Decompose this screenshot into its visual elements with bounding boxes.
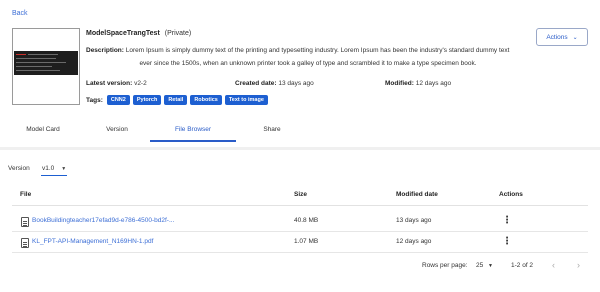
- model-title: ModelSpaceTrangTest (Private): [86, 30, 191, 37]
- tag-chip[interactable]: Pytorch: [132, 95, 162, 105]
- more-vert-icon[interactable]: ⋮: [502, 236, 512, 248]
- column-header-modified[interactable]: Modified date: [396, 191, 438, 198]
- tag-chip[interactable]: Text to image: [224, 95, 268, 105]
- file-size: 1.07 MB: [294, 238, 319, 245]
- tag-chip[interactable]: Retail: [164, 95, 188, 105]
- column-header-actions: Actions: [499, 191, 523, 198]
- tab-bar: Model Card Version File Browser Share: [0, 120, 600, 144]
- latest-version: Latest version: v2-2: [86, 80, 147, 87]
- model-name: ModelSpaceTrangTest: [86, 30, 160, 37]
- actions-button[interactable]: Actions ⌄: [536, 28, 588, 46]
- pagination-range: 1-2 of 2: [511, 262, 534, 269]
- table-row[interactable]: KL_FPT-API-Management_N169HN-1.pdf 1.07 …: [12, 233, 588, 253]
- file-name-link[interactable]: KL_FPT-API-Management_N169HN-1.pdf: [32, 238, 153, 245]
- latest-version-value: v2-2: [134, 80, 147, 87]
- description-label: Description:: [86, 47, 124, 54]
- chevron-down-icon: ⌄: [572, 34, 578, 41]
- tab-version[interactable]: Version: [74, 120, 160, 142]
- version-label: Version: [8, 165, 30, 172]
- latest-version-label: Latest version:: [86, 80, 133, 87]
- chevron-left-icon[interactable]: ‹: [552, 260, 555, 270]
- rows-per-page-label: Rows per page:: [422, 262, 468, 269]
- model-thumbnail: [12, 28, 80, 105]
- modified-date: Modified: 12 days ago: [385, 80, 451, 87]
- file-size: 40.8 MB: [294, 217, 319, 224]
- column-header-file[interactable]: File: [20, 191, 31, 198]
- tags-label: Tags:: [86, 96, 103, 104]
- tag-chip[interactable]: Robotics: [190, 95, 222, 105]
- description-text-line1: Lorem Ipsum is simply dummy text of the …: [125, 47, 510, 54]
- rows-per-page-select[interactable]: 25 ▼: [476, 262, 493, 269]
- created-date-label: Created date:: [235, 80, 277, 87]
- tab-file-browser[interactable]: File Browser: [150, 120, 236, 142]
- active-tab-indicator: [150, 140, 236, 142]
- file-modified: 12 days ago: [396, 238, 432, 245]
- back-link[interactable]: Back: [12, 10, 28, 17]
- more-vert-icon[interactable]: ⋮: [502, 215, 512, 227]
- row-divider: [12, 252, 588, 253]
- version-select-value: v1.0: [42, 165, 55, 172]
- header-divider: [12, 205, 588, 206]
- model-description: Description: Lorem Ipsum is simply dummy…: [86, 44, 530, 70]
- row-divider: [12, 231, 588, 232]
- file-browser-panel: Version v1.0 ▼ File Size Modified date A…: [0, 150, 600, 292]
- table-row[interactable]: BookBuildingteacher17efad9d-e786-4500-bd…: [12, 212, 588, 232]
- file-icon: [21, 217, 29, 227]
- modified-date-value: 12 days ago: [415, 80, 452, 87]
- thumbnail-preview: [14, 51, 78, 75]
- version-select[interactable]: v1.0 ▼: [38, 160, 70, 177]
- modified-date-label: Modified:: [385, 80, 414, 87]
- created-date-value: 13 days ago: [278, 80, 314, 87]
- visibility-label: (Private): [164, 30, 192, 37]
- actions-button-label: Actions: [546, 33, 568, 41]
- column-header-size[interactable]: Size: [294, 191, 307, 198]
- file-icon: [21, 238, 29, 248]
- rows-per-page-value: 25: [476, 262, 484, 269]
- select-underline: [41, 175, 67, 176]
- tags-row: Tags: CNN2 Pytorch Retail Robotics Text …: [86, 95, 271, 105]
- model-header-card: Back ModelSpaceTrangTest (Private) Descr…: [0, 0, 600, 147]
- file-modified: 13 days ago: [396, 217, 432, 224]
- description-text-line2: ever since the 1500s, when an unknown pr…: [139, 60, 477, 67]
- caret-down-icon: ▼: [488, 263, 493, 269]
- file-name-link[interactable]: BookBuildingteacher17efad9d-e786-4500-bd…: [32, 217, 174, 224]
- created-date: Created date: 13 days ago: [235, 80, 314, 87]
- caret-down-icon: ▼: [61, 165, 67, 172]
- chevron-right-icon[interactable]: ›: [577, 260, 580, 270]
- tag-chip[interactable]: CNN2: [106, 95, 130, 105]
- tab-share[interactable]: Share: [229, 120, 315, 142]
